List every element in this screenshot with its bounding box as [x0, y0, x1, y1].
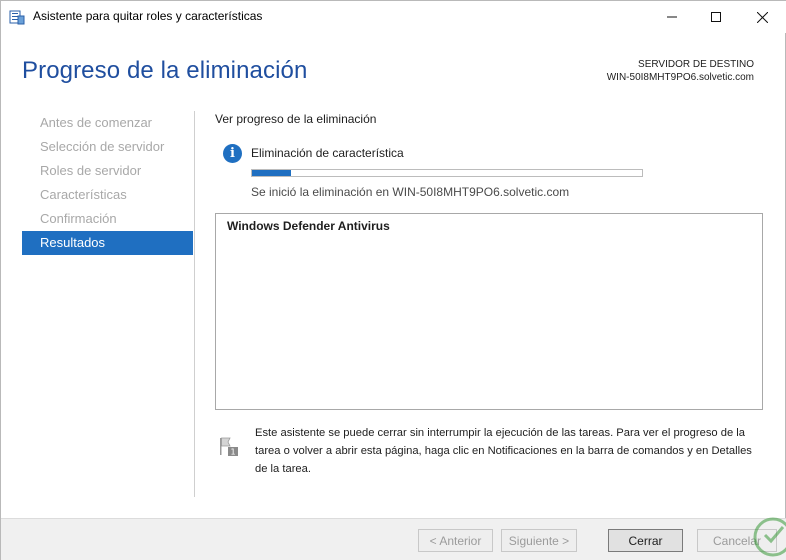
page-title: Progreso de la eliminación	[22, 57, 308, 84]
destination-server-name: WIN-50I8MHT9PO6.solvetic.com	[606, 72, 754, 83]
results-list[interactable]: Windows Defender Antivirus	[215, 213, 763, 410]
status-title: Eliminación de característica	[251, 146, 404, 160]
info-note: Este asistente se puede cerrar sin inter…	[255, 427, 752, 475]
watermark-logo-icon	[747, 507, 786, 560]
nav-item-caracteristicas: Características	[40, 187, 127, 202]
close-window-button[interactable]	[739, 1, 785, 33]
window-title: Asistente para quitar roles y caracterís…	[33, 9, 263, 23]
result-item: Windows Defender Antivirus	[227, 219, 390, 233]
nav-item-confirmacion: Confirmación	[40, 211, 117, 226]
status-subtext: Se inició la eliminación en WIN-50I8MHT9…	[251, 185, 570, 199]
wizard-window: Asistente para quitar roles y caracterís…	[0, 0, 786, 560]
wizard-app-icon	[9, 9, 25, 25]
svg-text:1: 1	[230, 448, 235, 457]
nav-item-roles-de-servidor: Roles de servidor	[40, 163, 142, 178]
back-button[interactable]: < Anterior	[418, 529, 493, 552]
maximize-button[interactable]	[693, 1, 739, 33]
nav-item-antes-de-comenzar: Antes de comenzar	[40, 115, 153, 130]
info-icon: i	[223, 144, 242, 163]
next-button[interactable]: Siguiente >	[501, 529, 577, 552]
wizard-steps-nav: Antes de comenzar Selección de servidor …	[22, 111, 193, 255]
nav-item-seleccion-de-servidor: Selección de servidor	[40, 139, 165, 154]
minimize-button[interactable]	[649, 1, 695, 33]
button-bar: < Anterior Siguiente > Cerrar Cancelar	[1, 518, 786, 560]
close-button[interactable]: Cerrar	[608, 529, 683, 552]
nav-divider	[194, 111, 195, 497]
progress-fill	[252, 170, 291, 176]
destination-label: SERVIDOR DE DESTINO	[638, 59, 754, 70]
notification-flag-icon: 1	[218, 435, 240, 457]
destination-server: SERVIDOR DE DESTINO WIN-50I8MHT9PO6.solv…	[607, 58, 754, 84]
section-label: Ver progreso de la eliminación	[215, 112, 377, 126]
title-bar[interactable]: Asistente para quitar roles y caracterís…	[1, 1, 786, 33]
nav-item-resultados[interactable]: Resultados	[22, 231, 193, 255]
progress-bar	[251, 169, 643, 177]
